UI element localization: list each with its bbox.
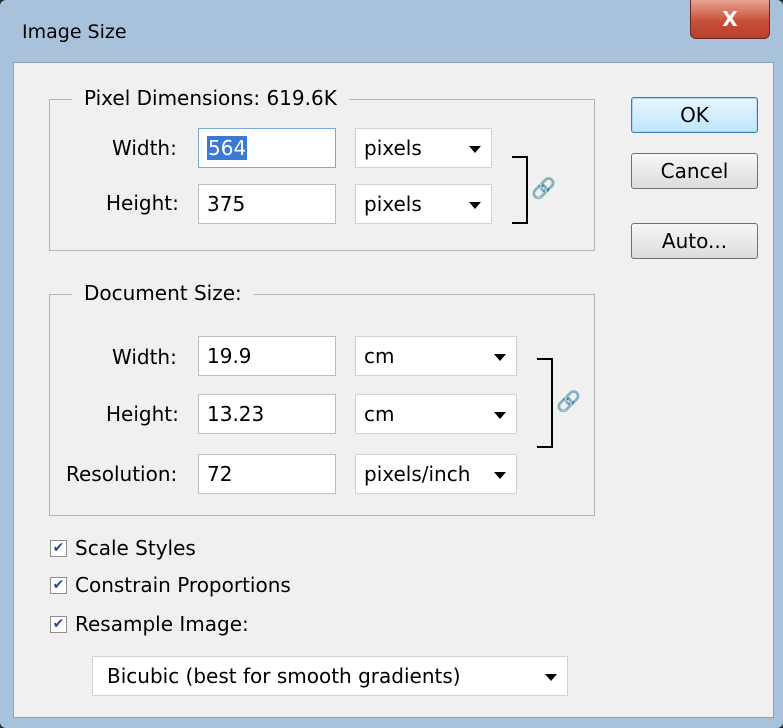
doc-width-unit: cm	[364, 344, 395, 368]
pixel-height-input[interactable]: 375	[198, 184, 336, 224]
ok-button-label: OK	[680, 103, 709, 127]
doc-height-label: Height:	[106, 402, 179, 426]
pixel-link-bracket	[512, 156, 528, 224]
doc-height-unit-select[interactable]: cm	[355, 394, 517, 434]
chevron-down-icon	[469, 146, 481, 153]
document-size-legend: Document Size:	[72, 281, 254, 305]
resample-image-checkbox[interactable]: ✔ Resample Image:	[50, 612, 249, 636]
checkmark-icon: ✔	[50, 576, 67, 594]
resolution-value: 72	[207, 462, 233, 486]
pixel-width-value: 564	[207, 136, 248, 160]
doc-height-value: 13.23	[207, 402, 265, 426]
ok-button[interactable]: OK	[631, 97, 758, 133]
auto-button-label: Auto...	[661, 229, 728, 253]
cancel-button-label: Cancel	[660, 159, 729, 183]
pixel-width-label: Width:	[112, 136, 177, 160]
resolution-input[interactable]: 72	[198, 454, 336, 494]
pixel-height-unit-select[interactable]: pixels	[355, 184, 492, 224]
pixel-height-value: 375	[207, 192, 246, 216]
window-title: Image Size	[22, 21, 127, 43]
resolution-unit: pixels/inch	[364, 462, 471, 486]
auto-button[interactable]: Auto...	[631, 223, 758, 259]
doc-height-unit: cm	[364, 402, 395, 426]
chevron-down-icon	[494, 472, 506, 479]
resample-method-select[interactable]: Bicubic (best for smooth gradients)	[92, 656, 568, 696]
resolution-label: Resolution:	[66, 462, 178, 486]
chain-link-icon[interactable]: 🔗	[556, 389, 581, 413]
chevron-down-icon	[469, 202, 481, 209]
close-icon: X	[722, 7, 738, 31]
scale-styles-label: Scale Styles	[75, 536, 196, 560]
doc-width-label: Width:	[112, 345, 177, 369]
cancel-button[interactable]: Cancel	[631, 153, 758, 189]
chevron-down-icon	[494, 354, 506, 361]
document-size-group: Document Size: Width: 19.9 cm Height: 13…	[49, 281, 595, 516]
resolution-unit-select[interactable]: pixels/inch	[355, 454, 517, 494]
constrain-proportions-checkbox[interactable]: ✔ Constrain Proportions	[50, 573, 291, 597]
pixel-height-unit: pixels	[364, 192, 422, 216]
doc-width-unit-select[interactable]: cm	[355, 336, 517, 376]
resample-image-label: Resample Image:	[75, 612, 249, 636]
doc-link-bracket	[537, 358, 553, 448]
pixel-width-unit-select[interactable]: pixels	[355, 128, 492, 168]
pixel-dimensions-group: Pixel Dimensions: 619.6K Width: 564 pixe…	[49, 86, 595, 251]
title-bar[interactable]: Image Size X	[0, 0, 783, 62]
constrain-proportions-label: Constrain Proportions	[75, 573, 291, 597]
doc-width-input[interactable]: 19.9	[198, 336, 336, 376]
doc-height-input[interactable]: 13.23	[198, 394, 336, 434]
dialog-window: Image Size X Pixel Dimensions: 619.6K Wi…	[0, 0, 783, 728]
chevron-down-icon	[545, 674, 557, 681]
checkmark-icon: ✔	[50, 615, 67, 633]
pixel-height-label: Height:	[106, 191, 179, 215]
close-button[interactable]: X	[690, 0, 770, 39]
resample-method-value: Bicubic (best for smooth gradients)	[107, 664, 461, 688]
chevron-down-icon	[494, 412, 506, 419]
doc-width-value: 19.9	[207, 344, 252, 368]
checkmark-icon: ✔	[50, 539, 67, 557]
dialog-body: Pixel Dimensions: 619.6K Width: 564 pixe…	[13, 62, 774, 718]
pixel-width-input[interactable]: 564	[198, 128, 336, 168]
pixel-width-unit: pixels	[364, 136, 422, 160]
pixel-dimensions-legend: Pixel Dimensions: 619.6K	[72, 86, 349, 110]
scale-styles-checkbox[interactable]: ✔ Scale Styles	[50, 536, 196, 560]
chain-link-icon[interactable]: 🔗	[531, 176, 556, 200]
